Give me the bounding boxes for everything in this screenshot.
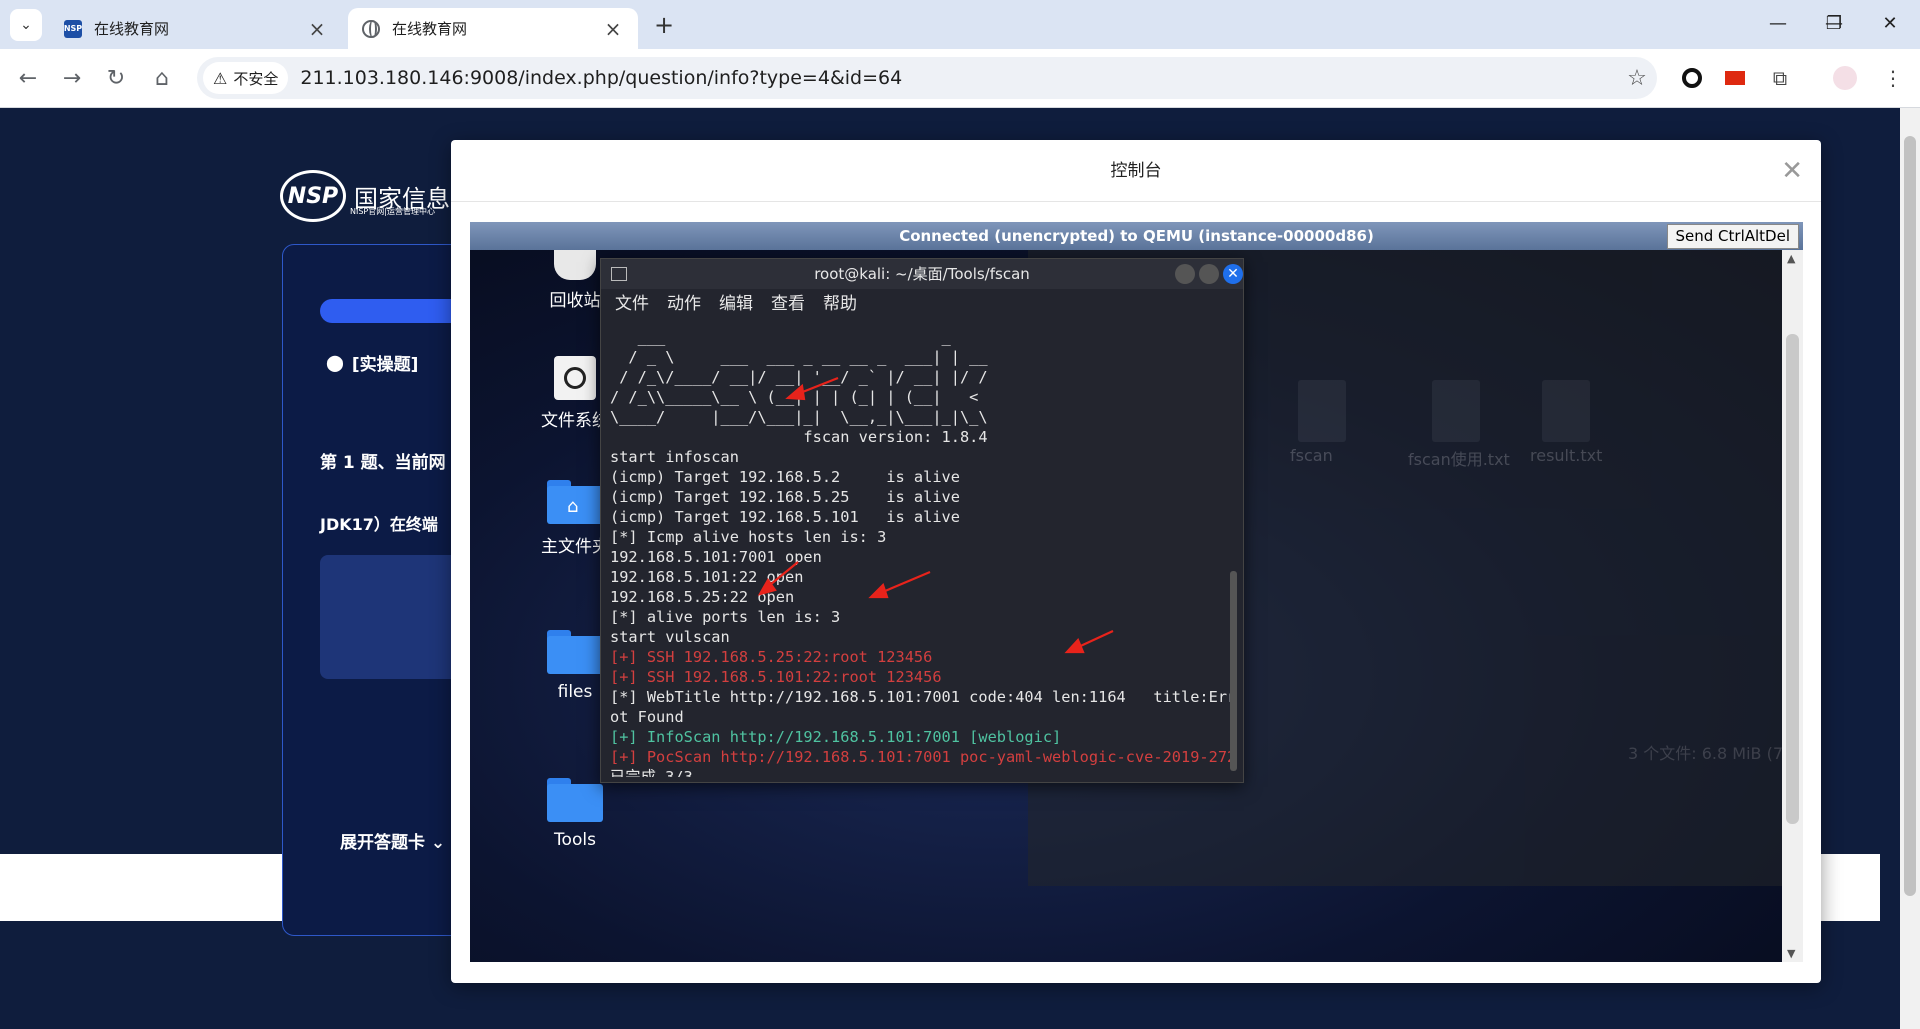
modal-title: 控制台 [451, 140, 1821, 202]
close-tab-icon[interactable]: × [602, 17, 624, 41]
profile-avatar[interactable] [1830, 63, 1860, 93]
scroll-down-icon[interactable]: ▼ [1787, 947, 1795, 960]
address-bar[interactable]: ⚠ 不安全 211.103.180.146:9008/index.php/que… [197, 57, 1657, 99]
close-tab-icon[interactable]: × [306, 17, 328, 41]
vnc-status-text: Connected (unencrypted) to QEMU (instanc… [899, 227, 1374, 245]
site-logo: NSP 国家信息安 NISP官网|运营管理中心 [280, 170, 474, 222]
progress-bar [320, 299, 470, 323]
minimize-button[interactable]: — [1754, 8, 1802, 40]
arrow-head [868, 582, 889, 599]
chevron-down-icon: ⌄ [430, 833, 446, 853]
bookmark-star-icon[interactable]: ☆ [1617, 66, 1657, 91]
tab-title: 在线教育网 [94, 20, 170, 38]
scroll-up-icon[interactable]: ▲ [1787, 252, 1795, 265]
page-scrollbar-thumb[interactable] [1904, 136, 1916, 896]
tab-active[interactable]: 在线教育网 × [348, 8, 638, 49]
nsp-favicon-icon: NSP [64, 19, 82, 38]
question-type-label: [实操题] [351, 355, 419, 375]
restore-button[interactable]: ❐ [1810, 8, 1858, 40]
question-text: JDK17）在终端 [320, 515, 438, 534]
tab-strip: ⌄ NSP 在线教育网 × 在线教育网 × + — [0, 0, 1920, 49]
vnc-scrollbar[interactable]: ▲ ▼ [1782, 250, 1803, 962]
tab-title: 在线教育网 [392, 20, 468, 38]
extensions-puzzle-icon[interactable]: ⧉ [1765, 63, 1795, 93]
vnc-scrollbar-thumb[interactable] [1786, 334, 1799, 824]
logo-subtitle: NISP官网|运营管理中心 [350, 207, 435, 216]
arrow-head [785, 383, 806, 401]
vnc-viewer[interactable]: Connected (unencrypted) to QEMU (instanc… [470, 222, 1803, 962]
send-ctrlaltdel-button[interactable]: Send CtrlAltDel [1666, 224, 1799, 249]
annotation-arrows [757, 376, 1114, 654]
question-type-tag: ⬤ [实操题] [326, 350, 418, 375]
close-window-button[interactable]: ✕ [1866, 8, 1914, 40]
home-icon[interactable]: ⌂ [146, 63, 178, 95]
page-scrollbar[interactable] [1900, 108, 1920, 1029]
nsp-logo-mark: NSP [280, 170, 346, 222]
forward-icon[interactable]: → [56, 63, 88, 95]
browser-toolbar: ← → ↻ ⌂ ⚠ 不安全 211.103.180.146:9008/index… [0, 49, 1920, 108]
extension-circle-icon[interactable] [1677, 63, 1707, 93]
expand-label: 展开答题卡 [340, 833, 425, 853]
location-pin-icon: ⬤ [326, 353, 344, 372]
reload-icon[interactable]: ↻ [100, 63, 132, 95]
kali-desktop[interactable]: fscan fscan使用.txt result.txt 3 个文件: 6.8 … [470, 250, 1782, 962]
new-tab-button[interactable]: + [650, 12, 678, 40]
menu-kebab-icon[interactable]: ⋮ [1878, 63, 1908, 93]
url-text[interactable]: 211.103.180.146:9008/index.php/question/… [300, 67, 1617, 89]
security-label: 不安全 [233, 69, 279, 88]
arrow-head [1064, 637, 1085, 654]
close-icon[interactable]: ✕ [1781, 158, 1803, 184]
extension-flag-icon[interactable] [1720, 63, 1750, 93]
tab-search-button[interactable]: ⌄ [10, 9, 42, 41]
answer-box[interactable] [320, 555, 470, 679]
tab-inactive[interactable]: NSP 在线教育网 × [50, 8, 342, 49]
expand-answer-card-button[interactable]: 展开答题卡 ⌄ [340, 828, 445, 853]
security-chip[interactable]: ⚠ 不安全 [203, 62, 289, 94]
console-modal: 控制台 ✕ Connected (unencrypted) to QEMU (i… [451, 140, 1821, 983]
warning-icon: ⚠ [213, 68, 228, 88]
vnc-status-bar: Connected (unencrypted) to QEMU (instanc… [470, 222, 1803, 250]
back-icon[interactable]: ← [12, 63, 44, 95]
globe-icon [362, 19, 380, 38]
question-title: 第 1 题、当前网 [320, 453, 446, 473]
